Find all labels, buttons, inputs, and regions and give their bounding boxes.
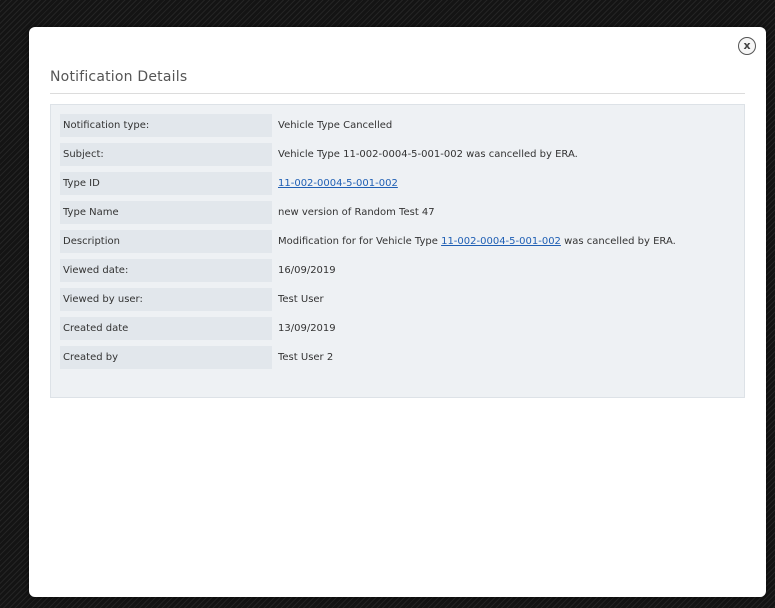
detail-label: Created date	[60, 317, 272, 340]
detail-label: Type ID	[60, 172, 272, 195]
detail-row-subject: Subject: Vehicle Type 11-002-0004-5-001-…	[60, 143, 735, 166]
detail-label: Created by	[60, 346, 272, 369]
title-divider	[50, 93, 745, 94]
detail-value: 13/09/2019	[272, 317, 735, 340]
dialog-title: Notification Details	[50, 69, 188, 85]
notification-type-value: Vehicle Type Cancelled	[278, 120, 393, 131]
description-type-link[interactable]: 11-002-0004-5-001-002	[441, 236, 561, 247]
viewed-by-user-value: Test User	[278, 294, 324, 305]
close-glyph: x	[743, 39, 751, 52]
created-date-value: 13/09/2019	[278, 323, 336, 334]
description-prefix: Modification for for Vehicle Type	[278, 236, 442, 247]
subject-value: Vehicle Type 11-002-0004-5-001-002 was c…	[278, 149, 578, 160]
description-suffix: was cancelled by ERA.	[560, 236, 676, 247]
created-by-value: Test User 2	[278, 352, 334, 363]
detail-value: 11-002-0004-5-001-002	[272, 172, 735, 195]
details-table: Notification type: Vehicle Type Cancelle…	[60, 114, 735, 375]
type-name-value: new version of Random Test 47	[278, 207, 435, 218]
detail-value: new version of Random Test 47	[272, 201, 735, 224]
detail-row-created-by: Created by Test User 2	[60, 346, 735, 369]
detail-value: Vehicle Type Cancelled	[272, 114, 735, 137]
notification-details-dialog: x Notification Details Notification type…	[29, 27, 766, 597]
detail-label: Subject:	[60, 143, 272, 166]
detail-row-type-name: Type Name new version of Random Test 47	[60, 201, 735, 224]
detail-label: Viewed by user:	[60, 288, 272, 311]
details-panel: Notification type: Vehicle Type Cancelle…	[50, 104, 745, 398]
detail-label: Type Name	[60, 201, 272, 224]
detail-value: Test User 2	[272, 346, 735, 369]
viewed-date-value: 16/09/2019	[278, 265, 336, 276]
detail-label: Viewed date:	[60, 259, 272, 282]
detail-label: Description	[60, 230, 272, 253]
detail-value: Vehicle Type 11-002-0004-5-001-002 was c…	[272, 143, 735, 166]
detail-row-viewed-date: Viewed date: 16/09/2019	[60, 259, 735, 282]
detail-value: Modification for for Vehicle Type 11-002…	[272, 230, 735, 253]
detail-value: 16/09/2019	[272, 259, 735, 282]
detail-row-created-date: Created date 13/09/2019	[60, 317, 735, 340]
detail-row-type-id: Type ID 11-002-0004-5-001-002	[60, 172, 735, 195]
detail-row-notification-type: Notification type: Vehicle Type Cancelle…	[60, 114, 735, 137]
type-id-link[interactable]: 11-002-0004-5-001-002	[278, 178, 398, 189]
detail-value: Test User	[272, 288, 735, 311]
detail-label: Notification type:	[60, 114, 272, 137]
close-icon[interactable]: x	[738, 37, 756, 55]
detail-row-description: Description Modification for for Vehicle…	[60, 230, 735, 253]
detail-row-viewed-by-user: Viewed by user: Test User	[60, 288, 735, 311]
